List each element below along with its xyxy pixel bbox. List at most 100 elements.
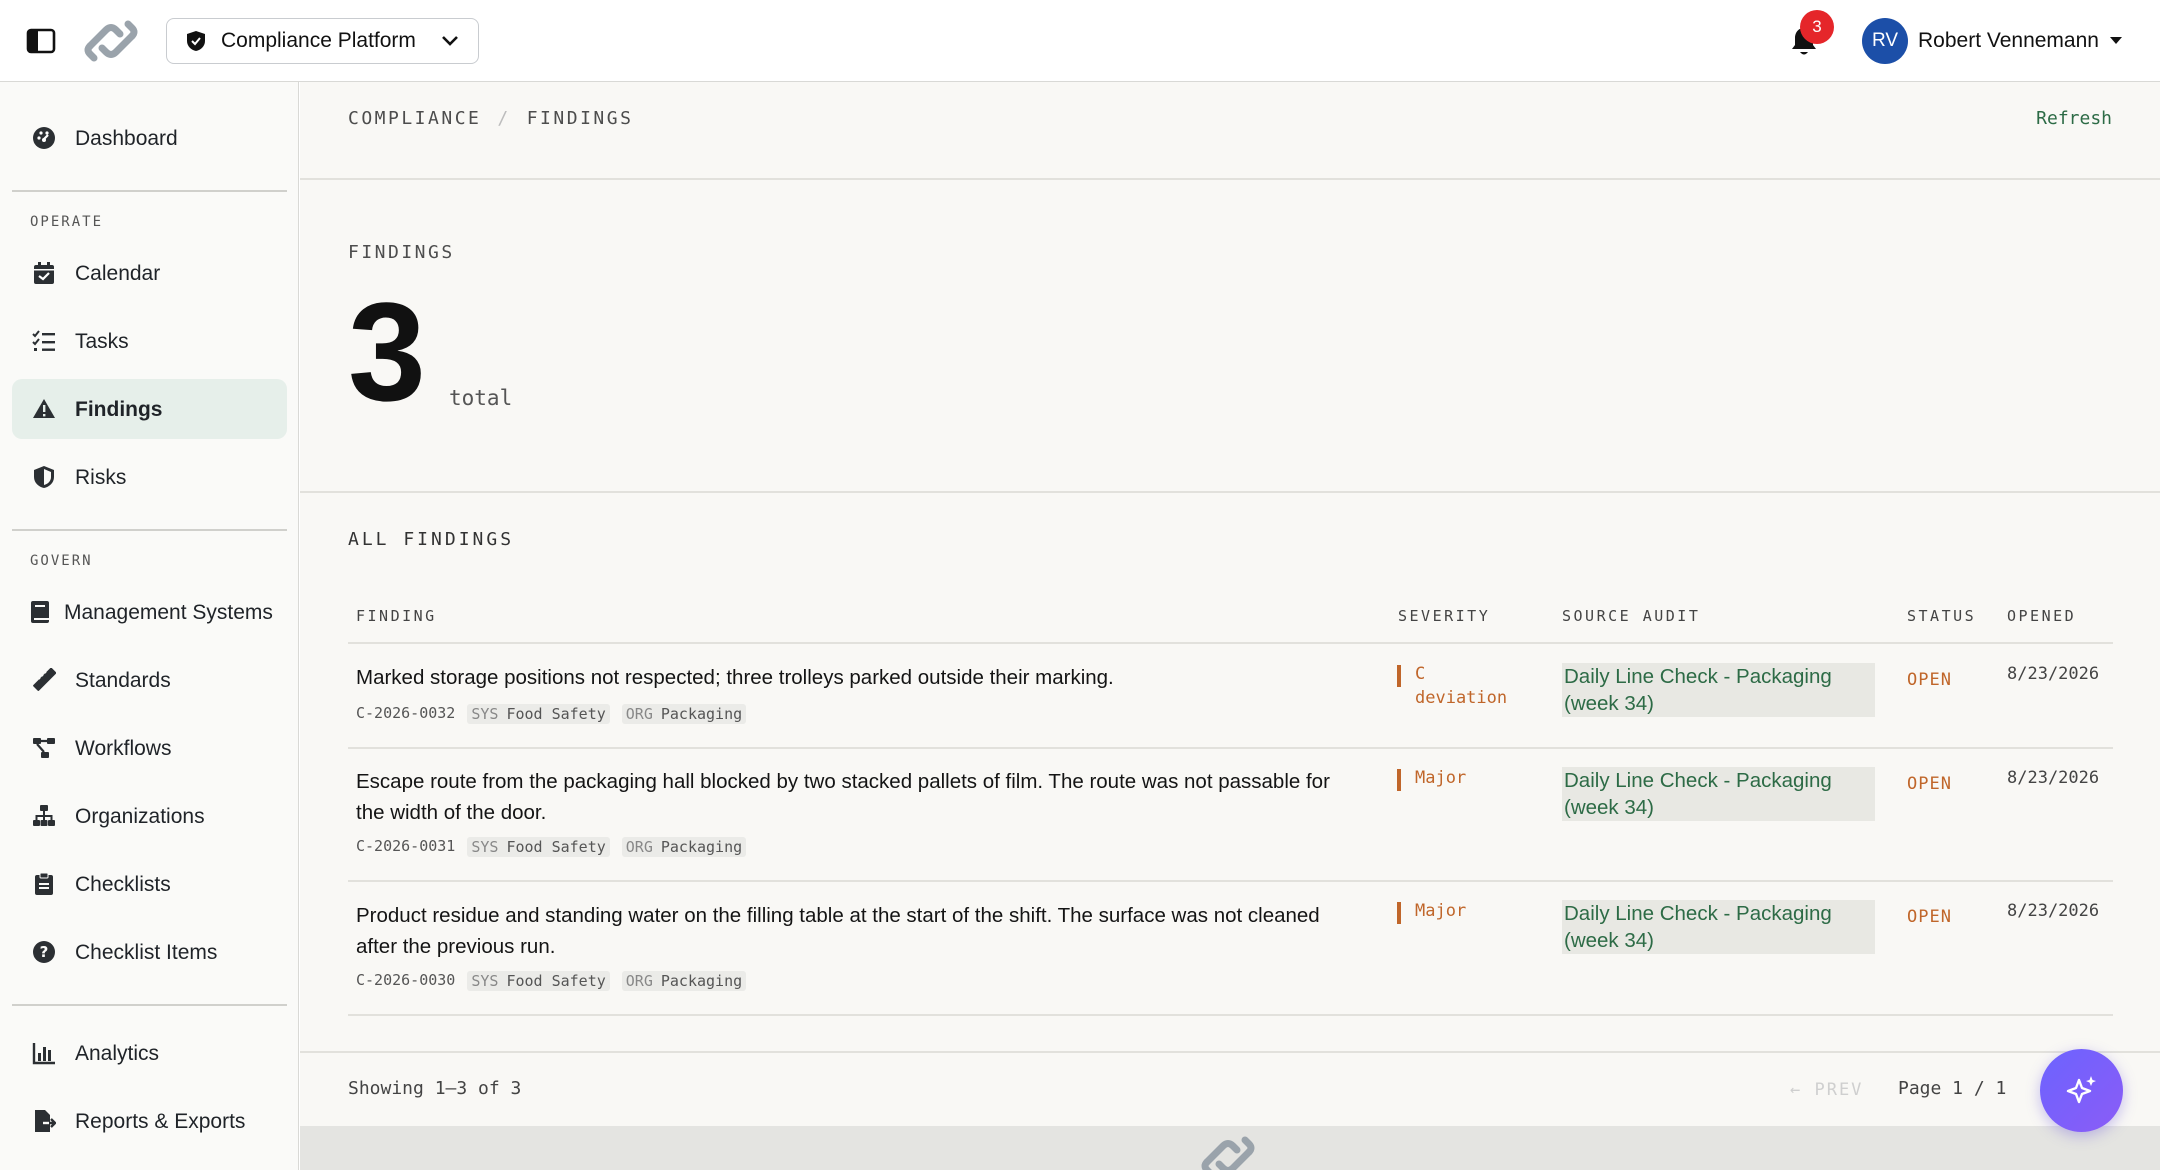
org-switcher-label: Compliance Platform (221, 29, 416, 52)
sidebar-item-tasks[interactable]: Tasks (12, 311, 287, 371)
sidebar-divider (12, 529, 287, 531)
summary-divider (300, 491, 2160, 493)
sidebar-item-management-systems[interactable]: Management Systems (12, 582, 287, 642)
sidebar-item-label: Dashboard (75, 127, 178, 150)
breadcrumb-compliance[interactable]: COMPLIANCE (348, 108, 481, 129)
sidebar-item-checklist-items[interactable]: ? Checklist Items (12, 922, 287, 982)
breadcrumb: COMPLIANCE / FINDINGS (348, 108, 633, 129)
task-list-icon (32, 330, 55, 351)
severity-bar (1397, 902, 1401, 924)
footer-band (300, 1126, 2160, 1170)
finding-meta: C-2026-0030 SYS Food Safety ORG Packaging (356, 971, 747, 991)
sidebar: Dashboard OPERATE Calendar Tasks Finding… (0, 82, 299, 1170)
column-header-finding[interactable]: FINDING (356, 607, 437, 625)
sidebar-item-workflows[interactable]: Workflows (12, 718, 287, 778)
column-header-opened[interactable]: OPENED (2007, 607, 2076, 625)
finding-meta: C-2026-0031 SYS Food Safety ORG Packaging (356, 837, 747, 857)
clipboard-icon (35, 872, 53, 895)
finding-id: C-2026-0031 (356, 837, 456, 855)
status-badge: OPEN (1907, 907, 1952, 927)
footer-logo (1201, 1136, 1255, 1170)
shield-half-icon (34, 466, 54, 488)
status-badge: OPEN (1907, 670, 1952, 690)
sidebar-item-label: Checklists (75, 873, 171, 896)
summary-label: FINDINGS (348, 242, 455, 263)
pagination-divider (300, 1051, 2160, 1053)
sidebar-item-label: Organizations (75, 805, 205, 828)
book-icon (31, 601, 49, 623)
ai-assistant-button[interactable] (2040, 1049, 2123, 1132)
source-audit-link[interactable]: Daily Line Check - Packaging (week 34) (1562, 663, 1875, 717)
page-indicator: Page 1 / 1 (1898, 1078, 2007, 1099)
breadcrumb-separator: / (497, 108, 511, 129)
finding-id: C-2026-0032 (356, 704, 456, 722)
svg-text:?: ? (40, 943, 49, 961)
main-content: COMPLIANCE / FINDINGS Refresh FINDINGS 3 t… (300, 82, 2160, 1170)
avatar[interactable]: RV (1862, 18, 1908, 64)
row-divider (348, 747, 2113, 749)
source-audit-link[interactable]: Daily Line Check - Packaging (week 34) (1562, 767, 1875, 821)
user-menu[interactable]: Robert Vennemann (1918, 29, 2099, 53)
sidebar-item-label: Calendar (75, 262, 161, 285)
sidebar-item-label: Standards (75, 669, 171, 692)
table-header-divider (348, 642, 2113, 644)
severity-badge: Major (1397, 766, 1466, 791)
org-tag: ORG Packaging (621, 971, 747, 991)
finding-title[interactable]: Marked storage positions not respected; … (356, 662, 1356, 693)
opened-date: 8/23/2026 (2007, 901, 2100, 921)
sidebar-item-label: Tasks (75, 330, 129, 353)
finding-id: C-2026-0030 (356, 971, 456, 989)
sidebar-item-label: Management Systems (64, 601, 273, 624)
app-logo[interactable] (80, 16, 142, 66)
sidebar-item-checklists[interactable]: Checklists (12, 854, 287, 914)
finding-title[interactable]: Escape route from the packaging hall blo… (356, 766, 1356, 828)
caret-down-icon[interactable] (2110, 37, 2122, 44)
sidebar-item-calendar[interactable]: Calendar (12, 243, 287, 303)
findings-total-count: 3 (348, 273, 426, 430)
source-audit-link[interactable]: Daily Line Check - Packaging (week 34) (1562, 900, 1875, 954)
finding-meta: C-2026-0032 SYS Food Safety ORG Packaging (356, 704, 747, 724)
column-header-status[interactable]: STATUS (1907, 607, 1976, 625)
sidebar-item-findings[interactable]: Findings (12, 379, 287, 439)
sparkles-icon (2066, 1075, 2096, 1103)
org-tag: ORG Packaging (621, 837, 747, 857)
system-tag: SYS Food Safety (467, 837, 610, 857)
shield-icon (187, 31, 205, 51)
severity-bar (1397, 769, 1401, 791)
bar-chart-icon (32, 1043, 55, 1065)
pagination-summary: Showing 1–3 of 3 (348, 1078, 522, 1099)
column-header-severity[interactable]: SEVERITY (1398, 607, 1490, 625)
sidebar-item-dashboard[interactable]: Dashboard (12, 108, 287, 168)
sidebar-item-analytics[interactable]: Analytics (12, 1023, 287, 1083)
org-tag: ORG Packaging (621, 704, 747, 724)
prev-page-button[interactable]: ← PREV (1790, 1080, 1863, 1100)
warning-triangle-icon (33, 399, 55, 418)
refresh-button[interactable]: Refresh (2036, 108, 2112, 129)
system-tag: SYS Food Safety (467, 971, 610, 991)
sidebar-divider (12, 190, 287, 192)
top-bar: Compliance Platform 3 RV Robert Venneman… (0, 0, 2160, 82)
sidebar-item-label: Risks (75, 466, 127, 489)
org-switcher[interactable]: Compliance Platform (166, 18, 479, 64)
sidebar-item-risks[interactable]: Risks (12, 447, 287, 507)
sidebar-item-organizations[interactable]: Organizations (12, 786, 287, 846)
calendar-check-icon (34, 262, 54, 284)
all-findings-heading: ALL FINDINGS (348, 529, 515, 550)
sidebar-item-standards[interactable]: Standards (12, 650, 287, 710)
finding-title[interactable]: Product residue and standing water on th… (356, 900, 1356, 962)
dashboard-gauge-icon (33, 127, 55, 149)
column-header-source-audit[interactable]: SOURCE AUDIT (1562, 607, 1700, 625)
status-badge: OPEN (1907, 774, 1952, 794)
sidebar-item-reports-exports[interactable]: Reports & Exports (12, 1091, 287, 1151)
sidebar-item-label: Findings (75, 398, 163, 421)
file-export-icon (35, 1110, 56, 1132)
notification-badge: 3 (1800, 10, 1834, 44)
row-divider (348, 880, 2113, 882)
breadcrumb-findings: FINDINGS (526, 108, 634, 129)
sidebar-item-label: Analytics (75, 1042, 160, 1065)
sidebar-toggle-icon[interactable] (26, 27, 56, 55)
workflow-icon (33, 738, 55, 758)
severity-bar (1397, 665, 1401, 687)
sidebar-item-label: Workflows (75, 737, 172, 760)
chevron-down-icon (442, 36, 458, 46)
